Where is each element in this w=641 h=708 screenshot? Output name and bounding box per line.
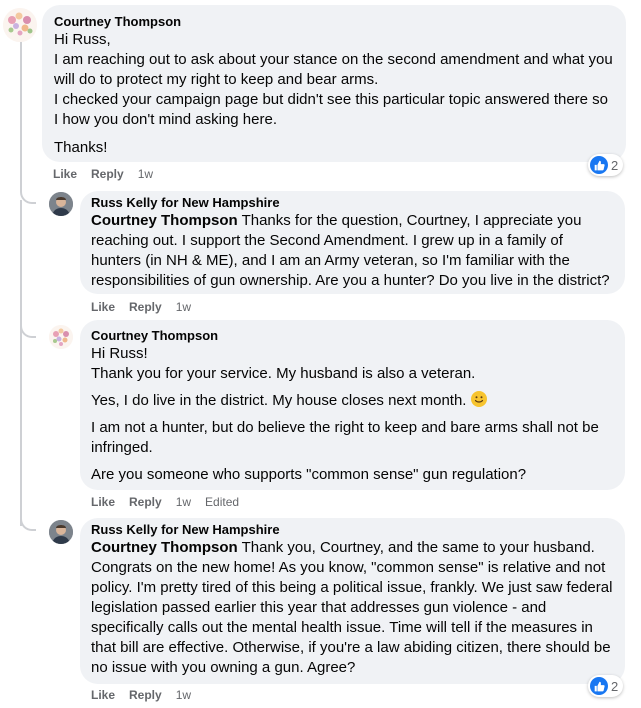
avatar[interactable] — [3, 8, 37, 42]
like-reaction-icon — [590, 677, 608, 695]
comment-paragraph: Hi Russ! — [91, 345, 148, 362]
avatar[interactable] — [49, 520, 73, 544]
comment-bubble: Russ Kelly for New Hampshire Courtney Th… — [80, 191, 625, 294]
comment-text: Hi Russ! Thank you for your service. My … — [91, 344, 614, 485]
comment-author[interactable]: Courtney Thompson — [54, 14, 614, 30]
comment-body: Thank you, Courtney, and the same to you… — [91, 539, 613, 676]
avatar[interactable] — [49, 325, 73, 349]
reaction-count[interactable]: 2 — [588, 675, 624, 697]
comment-paragraph: Yes, I do live in the district. My house… — [91, 391, 614, 411]
like-button[interactable]: Like — [91, 494, 115, 510]
comment-paragraph: I am reaching out to ask about your stan… — [54, 51, 613, 88]
profile-photo-icon — [49, 192, 73, 216]
reaction-count[interactable]: 2 — [588, 154, 624, 176]
comment-actions: Like Reply 1w — [91, 299, 205, 315]
like-button[interactable]: Like — [53, 166, 77, 182]
comment-paragraph: Thanks! — [54, 139, 108, 156]
floral-avatar-icon — [3, 8, 37, 42]
comment-paragraph: Are you someone who supports "common sen… — [91, 466, 527, 483]
reaction-count-label: 2 — [611, 157, 619, 173]
reply-button[interactable]: Reply — [129, 494, 162, 510]
like-reaction-icon — [590, 156, 608, 174]
comment-text: Hi Russ, I am reaching out to ask about … — [54, 30, 614, 158]
mention-link[interactable]: Courtney Thompson — [91, 539, 238, 556]
comment-paragraph: Thank you for your service. My husband i… — [91, 365, 476, 382]
floral-avatar-icon — [49, 325, 73, 349]
comment-paragraph-text: Yes, I do live in the district. My house… — [91, 392, 467, 409]
comment-text: Courtney Thompson Thanks for the questio… — [91, 211, 614, 291]
comment-timestamp[interactable]: 1w — [138, 166, 153, 182]
thread-connector — [20, 513, 36, 531]
reply-button[interactable]: Reply — [91, 166, 124, 182]
comment-paragraph: Hi Russ, — [54, 31, 111, 48]
comment-bubble: Courtney Thompson Hi Russ, I am reaching… — [42, 5, 626, 162]
profile-photo-icon — [49, 520, 73, 544]
thread-line — [20, 200, 22, 526]
like-button[interactable]: Like — [91, 687, 115, 703]
comment-paragraph: I checked your campaign page but didn't … — [54, 91, 609, 128]
thread-connector — [20, 186, 36, 204]
comment-actions: Like Reply 1w — [91, 687, 205, 703]
avatar[interactable] — [49, 192, 73, 216]
comment-author[interactable]: Courtney Thompson — [91, 328, 614, 344]
mention-link[interactable]: Courtney Thompson — [91, 212, 238, 229]
reply-button[interactable]: Reply — [129, 299, 162, 315]
comment-bubble: Courtney Thompson Hi Russ! Thank you for… — [80, 320, 625, 490]
reaction-count-label: 2 — [611, 678, 619, 694]
thread-line — [20, 40, 22, 190]
comment-paragraph: I am not a hunter, but do believe the ri… — [91, 419, 599, 456]
comment-actions: Like Reply 1w Edited — [91, 494, 253, 510]
comment-timestamp[interactable]: 1w — [176, 687, 191, 703]
thread-connector — [20, 320, 36, 338]
comment-timestamp[interactable]: 1w — [176, 494, 191, 510]
smiley-emoji-icon — [470, 391, 487, 407]
edited-label[interactable]: Edited — [205, 494, 239, 510]
comment-author[interactable]: Russ Kelly for New Hampshire — [91, 195, 614, 211]
comment-author[interactable]: Russ Kelly for New Hampshire — [91, 522, 614, 538]
comment-text: Courtney Thompson Thank you, Courtney, a… — [91, 538, 614, 678]
reply-button[interactable]: Reply — [129, 687, 162, 703]
comment-timestamp[interactable]: 1w — [176, 299, 191, 315]
comment-actions: Like Reply 1w — [53, 166, 167, 182]
comment-bubble: Russ Kelly for New Hampshire Courtney Th… — [80, 518, 625, 684]
like-button[interactable]: Like — [91, 299, 115, 315]
